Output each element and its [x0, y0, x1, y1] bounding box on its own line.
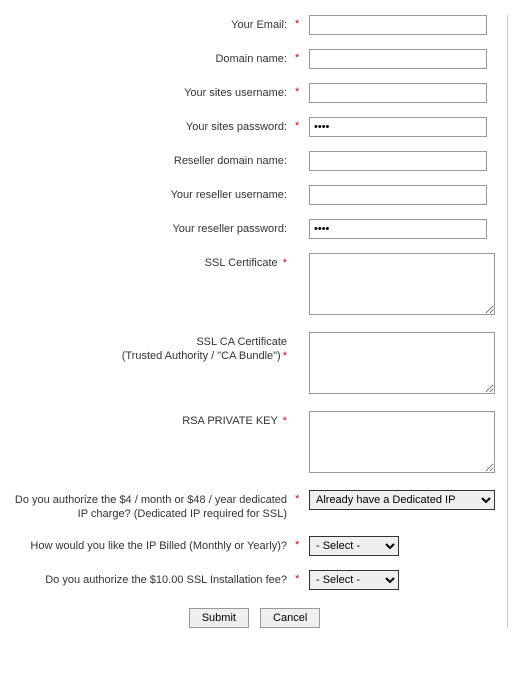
textarea-ssl-cert[interactable]	[309, 253, 495, 315]
row-reseller-domain: Reseller domain name:	[10, 151, 499, 171]
label-site-pass: Your sites password:	[10, 117, 295, 134]
label-ssl-install: Do you authorize the $10.00 SSL Installa…	[10, 570, 295, 587]
label-ssl-ca: SSL CA Certificate(Trusted Authority / "…	[10, 332, 295, 364]
submit-button[interactable]: Submit	[189, 608, 249, 628]
label-ssl-cert: SSL Certificate *	[10, 253, 295, 270]
required-marker: *	[295, 570, 309, 585]
label-rsa-key: RSA PRIVATE KEY *	[10, 411, 295, 428]
row-site-user: Your sites username: *	[10, 83, 499, 103]
row-ip-billing: How would you like the IP Billed (Monthl…	[10, 536, 499, 556]
input-reseller-domain[interactable]	[309, 151, 487, 171]
required-marker: *	[283, 257, 287, 269]
required-marker: *	[283, 415, 287, 427]
label-ip-auth: Do you authorize the $4 / month or $48 /…	[10, 490, 295, 522]
textarea-ssl-ca[interactable]	[309, 332, 495, 394]
row-reseller-user: Your reseller username:	[10, 185, 499, 205]
select-ip-auth[interactable]: Already have a Dedicated IP	[309, 490, 495, 510]
select-ssl-install[interactable]: - Select -	[309, 570, 399, 590]
label-reseller-domain: Reseller domain name:	[10, 151, 295, 168]
label-email: Your Email:	[10, 15, 295, 32]
input-email[interactable]	[309, 15, 487, 35]
required-marker: *	[295, 15, 309, 30]
input-site-user[interactable]	[309, 83, 487, 103]
required-marker: *	[295, 536, 309, 551]
required-marker: *	[295, 490, 309, 505]
row-domain: Domain name: *	[10, 49, 499, 69]
row-ip-auth: Do you authorize the $4 / month or $48 /…	[10, 490, 499, 522]
label-site-user: Your sites username:	[10, 83, 295, 100]
button-row: Submit Cancel	[10, 608, 499, 628]
input-reseller-user[interactable]	[309, 185, 487, 205]
input-reseller-pass[interactable]	[309, 219, 487, 239]
cancel-button[interactable]: Cancel	[260, 608, 320, 628]
row-email: Your Email: *	[10, 15, 499, 35]
row-ssl-install: Do you authorize the $10.00 SSL Installa…	[10, 570, 499, 590]
required-marker: *	[295, 117, 309, 132]
row-reseller-pass: Your reseller password:	[10, 219, 499, 239]
label-ip-billing: How would you like the IP Billed (Monthl…	[10, 536, 295, 553]
required-marker: *	[295, 83, 309, 98]
label-domain: Domain name:	[10, 49, 295, 66]
row-rsa-key: RSA PRIVATE KEY *	[10, 411, 499, 476]
input-domain[interactable]	[309, 49, 487, 69]
textarea-rsa-key[interactable]	[309, 411, 495, 473]
label-reseller-user: Your reseller username:	[10, 185, 295, 202]
row-ssl-cert: SSL Certificate *	[10, 253, 499, 318]
required-marker: *	[283, 350, 287, 362]
required-marker: *	[295, 49, 309, 64]
label-reseller-pass: Your reseller password:	[10, 219, 295, 236]
select-ip-billing[interactable]: - Select -	[309, 536, 399, 556]
ssl-form: Your Email: * Domain name: * Your sites …	[10, 15, 508, 628]
input-site-pass[interactable]	[309, 117, 487, 137]
row-ssl-ca: SSL CA Certificate(Trusted Authority / "…	[10, 332, 499, 397]
row-site-pass: Your sites password: *	[10, 117, 499, 137]
